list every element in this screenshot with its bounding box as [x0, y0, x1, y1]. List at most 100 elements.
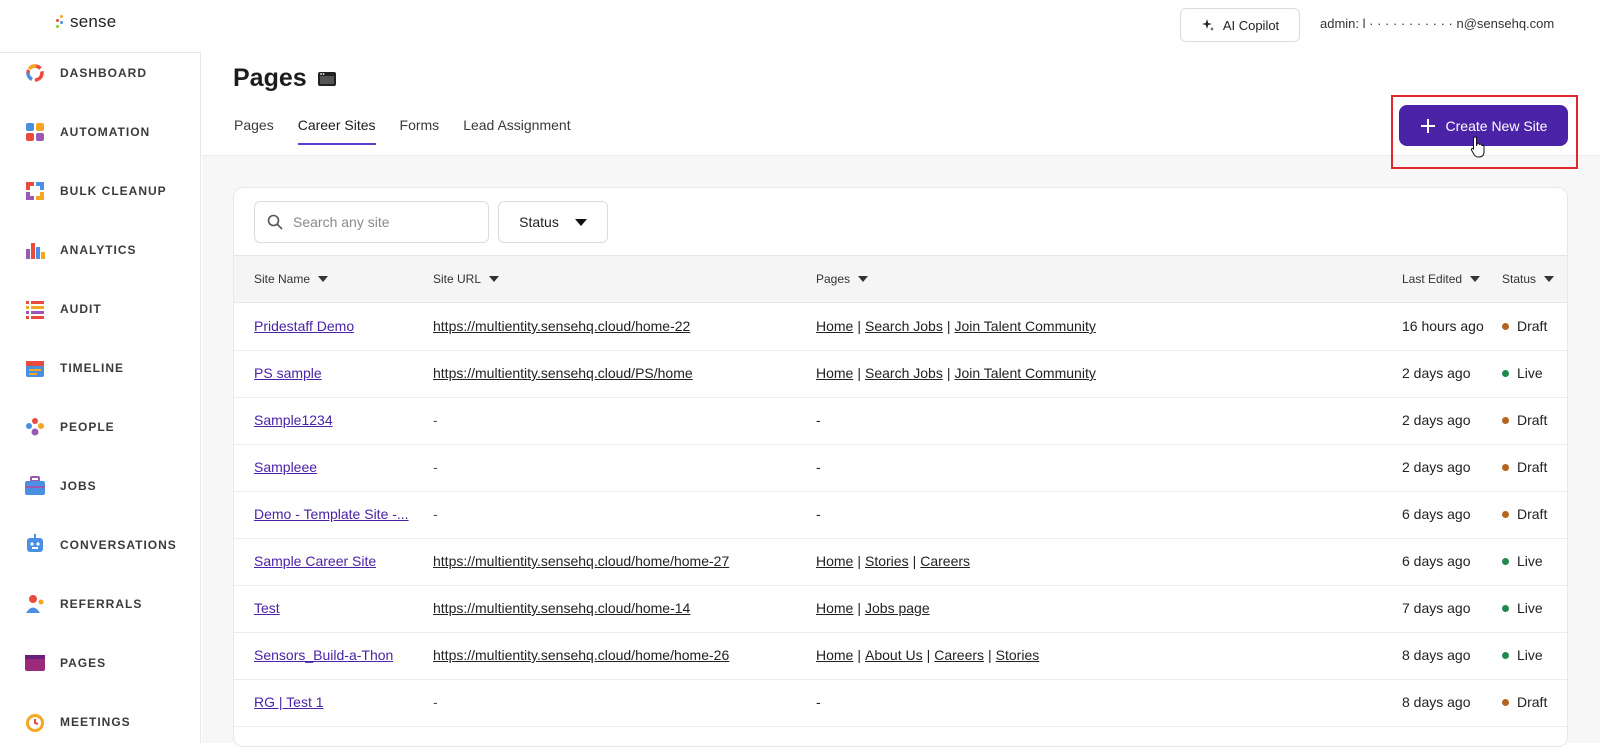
pages-separator: |	[857, 318, 861, 334]
sidebar: DASHBOARD AUTOMATION BULK CLEANUP ANALYT…	[0, 52, 201, 743]
site-name-link[interactable]: Test	[254, 600, 280, 616]
page-link[interactable]: Stories	[865, 553, 909, 569]
tab-career-sites[interactable]: Career Sites	[297, 113, 376, 145]
sort-caret-icon	[858, 276, 869, 282]
pages-separator: |	[857, 365, 861, 381]
pages-separator: |	[926, 647, 931, 663]
page-link[interactable]: Careers	[920, 553, 970, 569]
status-dot-icon	[1502, 651, 1509, 659]
status-badge: Draft	[1502, 506, 1547, 522]
site-name-link[interactable]: Sample Career Site	[254, 553, 376, 569]
page-link[interactable]: About Us	[865, 647, 923, 663]
last-edited: 6 days ago	[1402, 506, 1471, 522]
site-url-empty: -	[433, 412, 438, 428]
sidebar-item-bulk-cleanup[interactable]: BULK CLEANUP	[0, 171, 200, 211]
site-pages: -	[816, 694, 821, 710]
page-link[interactable]: Home	[816, 365, 853, 381]
column-label: Pages	[816, 272, 851, 286]
sidebar-item-label: ANALYTICS	[60, 243, 137, 257]
site-name-link[interactable]: PS sample	[254, 365, 322, 381]
site-name-link[interactable]: Sensors_Build-a-Thon	[254, 647, 393, 663]
site-name-link[interactable]: Sample1234	[254, 412, 333, 428]
site-name-link[interactable]: Sampleee	[254, 459, 317, 475]
search-input[interactable]	[293, 214, 463, 230]
status-filter-dropdown[interactable]: Status	[498, 201, 608, 243]
ai-copilot-button[interactable]: AI Copilot	[1180, 8, 1300, 42]
logo-text: sense	[70, 12, 117, 31]
sort-caret-icon	[318, 276, 329, 282]
sidebar-item-pages[interactable]: PAGES	[0, 643, 200, 683]
pages-separator: |	[946, 365, 951, 381]
sidebar-item-label: CONVERSATIONS	[60, 538, 177, 552]
page-link[interactable]: Home	[816, 318, 853, 334]
referrals-icon	[26, 595, 44, 613]
tab-lead-assignment[interactable]: Lead Assignment	[463, 113, 570, 145]
site-url-link[interactable]: https://multientity.sensehq.cloud/PS/hom…	[433, 365, 693, 381]
status-badge: Draft	[1502, 412, 1547, 428]
browser-window-icon	[317, 71, 336, 86]
site-url-link[interactable]: https://multientity.sensehq.cloud/home/h…	[433, 553, 729, 569]
sidebar-item-jobs[interactable]: JOBS	[0, 466, 200, 506]
site-pages: Home | Stories | Careers	[816, 553, 970, 569]
site-url-link[interactable]: https://multientity.sensehq.cloud/home-2…	[433, 318, 690, 334]
sidebar-item-audit[interactable]: AUDIT	[0, 289, 200, 329]
sidebar-item-timeline[interactable]: TIMELINE	[0, 348, 200, 388]
page-link[interactable]: Stories	[996, 647, 1040, 663]
status-text: Draft	[1517, 412, 1548, 428]
site-name-link[interactable]: Pridestaff Demo	[254, 318, 354, 334]
page-link[interactable]: Careers	[934, 647, 984, 663]
page-link[interactable]: Home	[816, 600, 853, 616]
column-header-last-edited[interactable]: Last Edited	[1402, 272, 1481, 286]
last-edited: 2 days ago	[1402, 412, 1471, 428]
status-dot-icon	[1502, 510, 1509, 518]
sidebar-item-label: AUTOMATION	[60, 125, 151, 139]
page-link[interactable]: Search Jobs	[865, 318, 943, 334]
last-edited: 8 days ago	[1402, 647, 1471, 663]
sense-logo[interactable]: sense	[56, 12, 116, 32]
sidebar-item-label: PEOPLE	[60, 420, 115, 434]
logo-dots-icon	[56, 15, 66, 29]
page-link[interactable]: Join Talent Community	[954, 365, 1095, 381]
page-link[interactable]: Home	[816, 553, 853, 569]
last-edited: 8 days ago	[1402, 694, 1471, 710]
status-text: Draft	[1517, 506, 1548, 522]
column-header-site-name[interactable]: Site Name	[254, 272, 329, 286]
sidebar-item-conversations[interactable]: CONVERSATIONS	[0, 525, 200, 565]
pages-icon	[25, 655, 45, 671]
column-header-pages[interactable]: Pages	[816, 272, 869, 286]
page-link[interactable]: Jobs page	[865, 600, 930, 616]
column-label: Site URL	[433, 272, 482, 286]
tab-pages[interactable]: Pages	[234, 113, 274, 145]
sidebar-item-dashboard[interactable]: DASHBOARD	[0, 53, 200, 93]
site-url-link[interactable]: https://multientity.sensehq.cloud/home/h…	[433, 647, 729, 663]
sidebar-item-referrals[interactable]: REFERRALS	[0, 584, 200, 624]
people-icon	[26, 418, 44, 436]
page-tabs: Pages Career Sites Forms Lead Assignment	[234, 113, 595, 145]
sidebar-item-label: JOBS	[60, 479, 97, 493]
sidebar-item-analytics[interactable]: ANALYTICS	[0, 230, 200, 270]
status-text: Live	[1517, 553, 1543, 569]
page-link[interactable]: Home	[816, 647, 853, 663]
tab-forms[interactable]: Forms	[400, 113, 440, 145]
sidebar-item-people[interactable]: PEOPLE	[0, 407, 200, 447]
column-header-site-url[interactable]: Site URL	[433, 272, 500, 286]
plus-icon	[1420, 118, 1435, 133]
page-link[interactable]: Join Talent Community	[954, 318, 1095, 334]
sort-caret-icon	[1544, 276, 1555, 282]
sidebar-item-automation[interactable]: AUTOMATION	[0, 112, 200, 152]
jobs-icon	[25, 476, 45, 495]
status-text: Draft	[1517, 459, 1548, 475]
admin-account[interactable]: admin: l · · · · · · · · · · · n@sensehq…	[1320, 16, 1554, 31]
sparkle-icon	[1201, 19, 1214, 31]
sidebar-item-meetings[interactable]: MEETINGS	[0, 702, 200, 742]
sidebar-item-label: DASHBOARD	[60, 66, 147, 80]
page-link[interactable]: Search Jobs	[865, 365, 943, 381]
site-name-link[interactable]: Demo - Template Site -...	[254, 506, 409, 522]
site-url-empty: -	[433, 459, 438, 475]
status-dot-icon	[1502, 416, 1509, 424]
column-header-status[interactable]: Status	[1502, 272, 1555, 286]
search-box[interactable]	[254, 201, 489, 243]
status-text: Draft	[1517, 694, 1548, 710]
site-url-link[interactable]: https://multientity.sensehq.cloud/home-1…	[433, 600, 690, 616]
site-name-link[interactable]: RG | Test 1	[254, 694, 324, 710]
